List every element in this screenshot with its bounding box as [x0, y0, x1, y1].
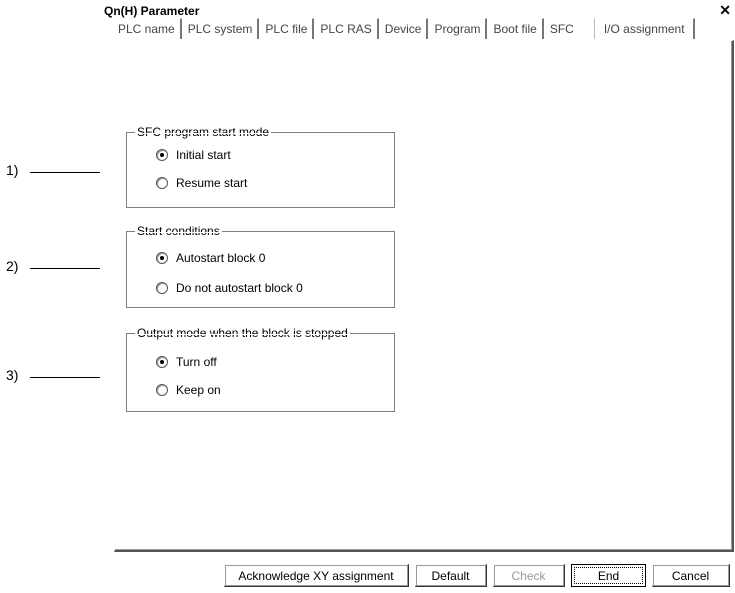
tab-device[interactable]: Device: [378, 18, 429, 39]
group-output-mode: Output mode when the block is stopped Tu…: [126, 326, 395, 412]
radio-turn-off[interactable]: Turn off: [156, 355, 217, 369]
radio-turn-off-label: Turn off: [176, 355, 217, 369]
tab-plc-name[interactable]: PLC name: [112, 18, 182, 39]
group-sfc-start-mode-label: SFC program start mode: [135, 125, 272, 139]
group-sfc-start-mode: SFC program start mode Initial start Res…: [126, 125, 395, 208]
tab-plc-file[interactable]: PLC file: [259, 18, 315, 39]
radio-keep-on-label: Keep on: [176, 383, 221, 397]
radio-autostart-block-0[interactable]: Autostart block 0: [156, 251, 265, 265]
radio-checked-icon: [156, 356, 168, 368]
window-title: Qn(H) Parameter: [104, 4, 200, 18]
radio-unchecked-icon: [156, 282, 168, 294]
close-icon[interactable]: ✕: [719, 2, 731, 19]
tab-io-assignment[interactable]: I/O assignment: [594, 18, 695, 39]
tab-strip: PLC name PLC system PLC file PLC RAS Dev…: [112, 18, 695, 40]
radio-checked-icon: [156, 252, 168, 264]
radio-checked-icon: [156, 149, 168, 161]
radio-do-not-autostart-block-0[interactable]: Do not autostart block 0: [156, 281, 303, 295]
cancel-button[interactable]: Cancel: [652, 564, 730, 587]
sfc-tab-panel: SFC program start mode Initial start Res…: [114, 40, 734, 552]
title-bar: Qn(H) Parameter ✕: [100, 2, 735, 19]
radio-resume-start[interactable]: Resume start: [156, 176, 247, 190]
radio-keep-on[interactable]: Keep on: [156, 383, 221, 397]
radio-initial-start-label: Initial start: [176, 148, 231, 162]
check-button[interactable]: Check: [493, 564, 565, 587]
tab-plc-ras[interactable]: PLC RAS: [314, 18, 379, 39]
tab-boot-file[interactable]: Boot file: [487, 18, 544, 39]
parameter-dialog: Qn(H) Parameter ✕ PLC name PLC system PL…: [100, 0, 735, 593]
group-output-mode-label: Output mode when the block is stopped: [135, 326, 350, 340]
acknowledge-xy-assignment-button[interactable]: Acknowledge XY assignment: [224, 564, 409, 587]
callout-1: 1): [6, 162, 19, 178]
end-button[interactable]: End: [571, 564, 646, 587]
default-button[interactable]: Default: [415, 564, 487, 587]
tab-program[interactable]: Program: [428, 18, 488, 39]
callout-3: 3): [6, 367, 19, 383]
group-start-conditions-label: Start conditions: [135, 224, 222, 238]
callout-2: 2): [6, 258, 19, 274]
tab-plc-system[interactable]: PLC system: [181, 18, 260, 39]
tab-sfc[interactable]: SFC: [543, 18, 595, 39]
radio-do-not-autostart-block-0-label: Do not autostart block 0: [176, 281, 303, 295]
radio-unchecked-icon: [156, 177, 168, 189]
radio-unchecked-icon: [156, 384, 168, 396]
radio-resume-start-label: Resume start: [176, 176, 248, 190]
radio-initial-start[interactable]: Initial start: [156, 148, 231, 162]
radio-autostart-block-0-label: Autostart block 0: [176, 251, 266, 265]
group-start-conditions: Start conditions Autostart block 0 Do no…: [126, 224, 395, 308]
